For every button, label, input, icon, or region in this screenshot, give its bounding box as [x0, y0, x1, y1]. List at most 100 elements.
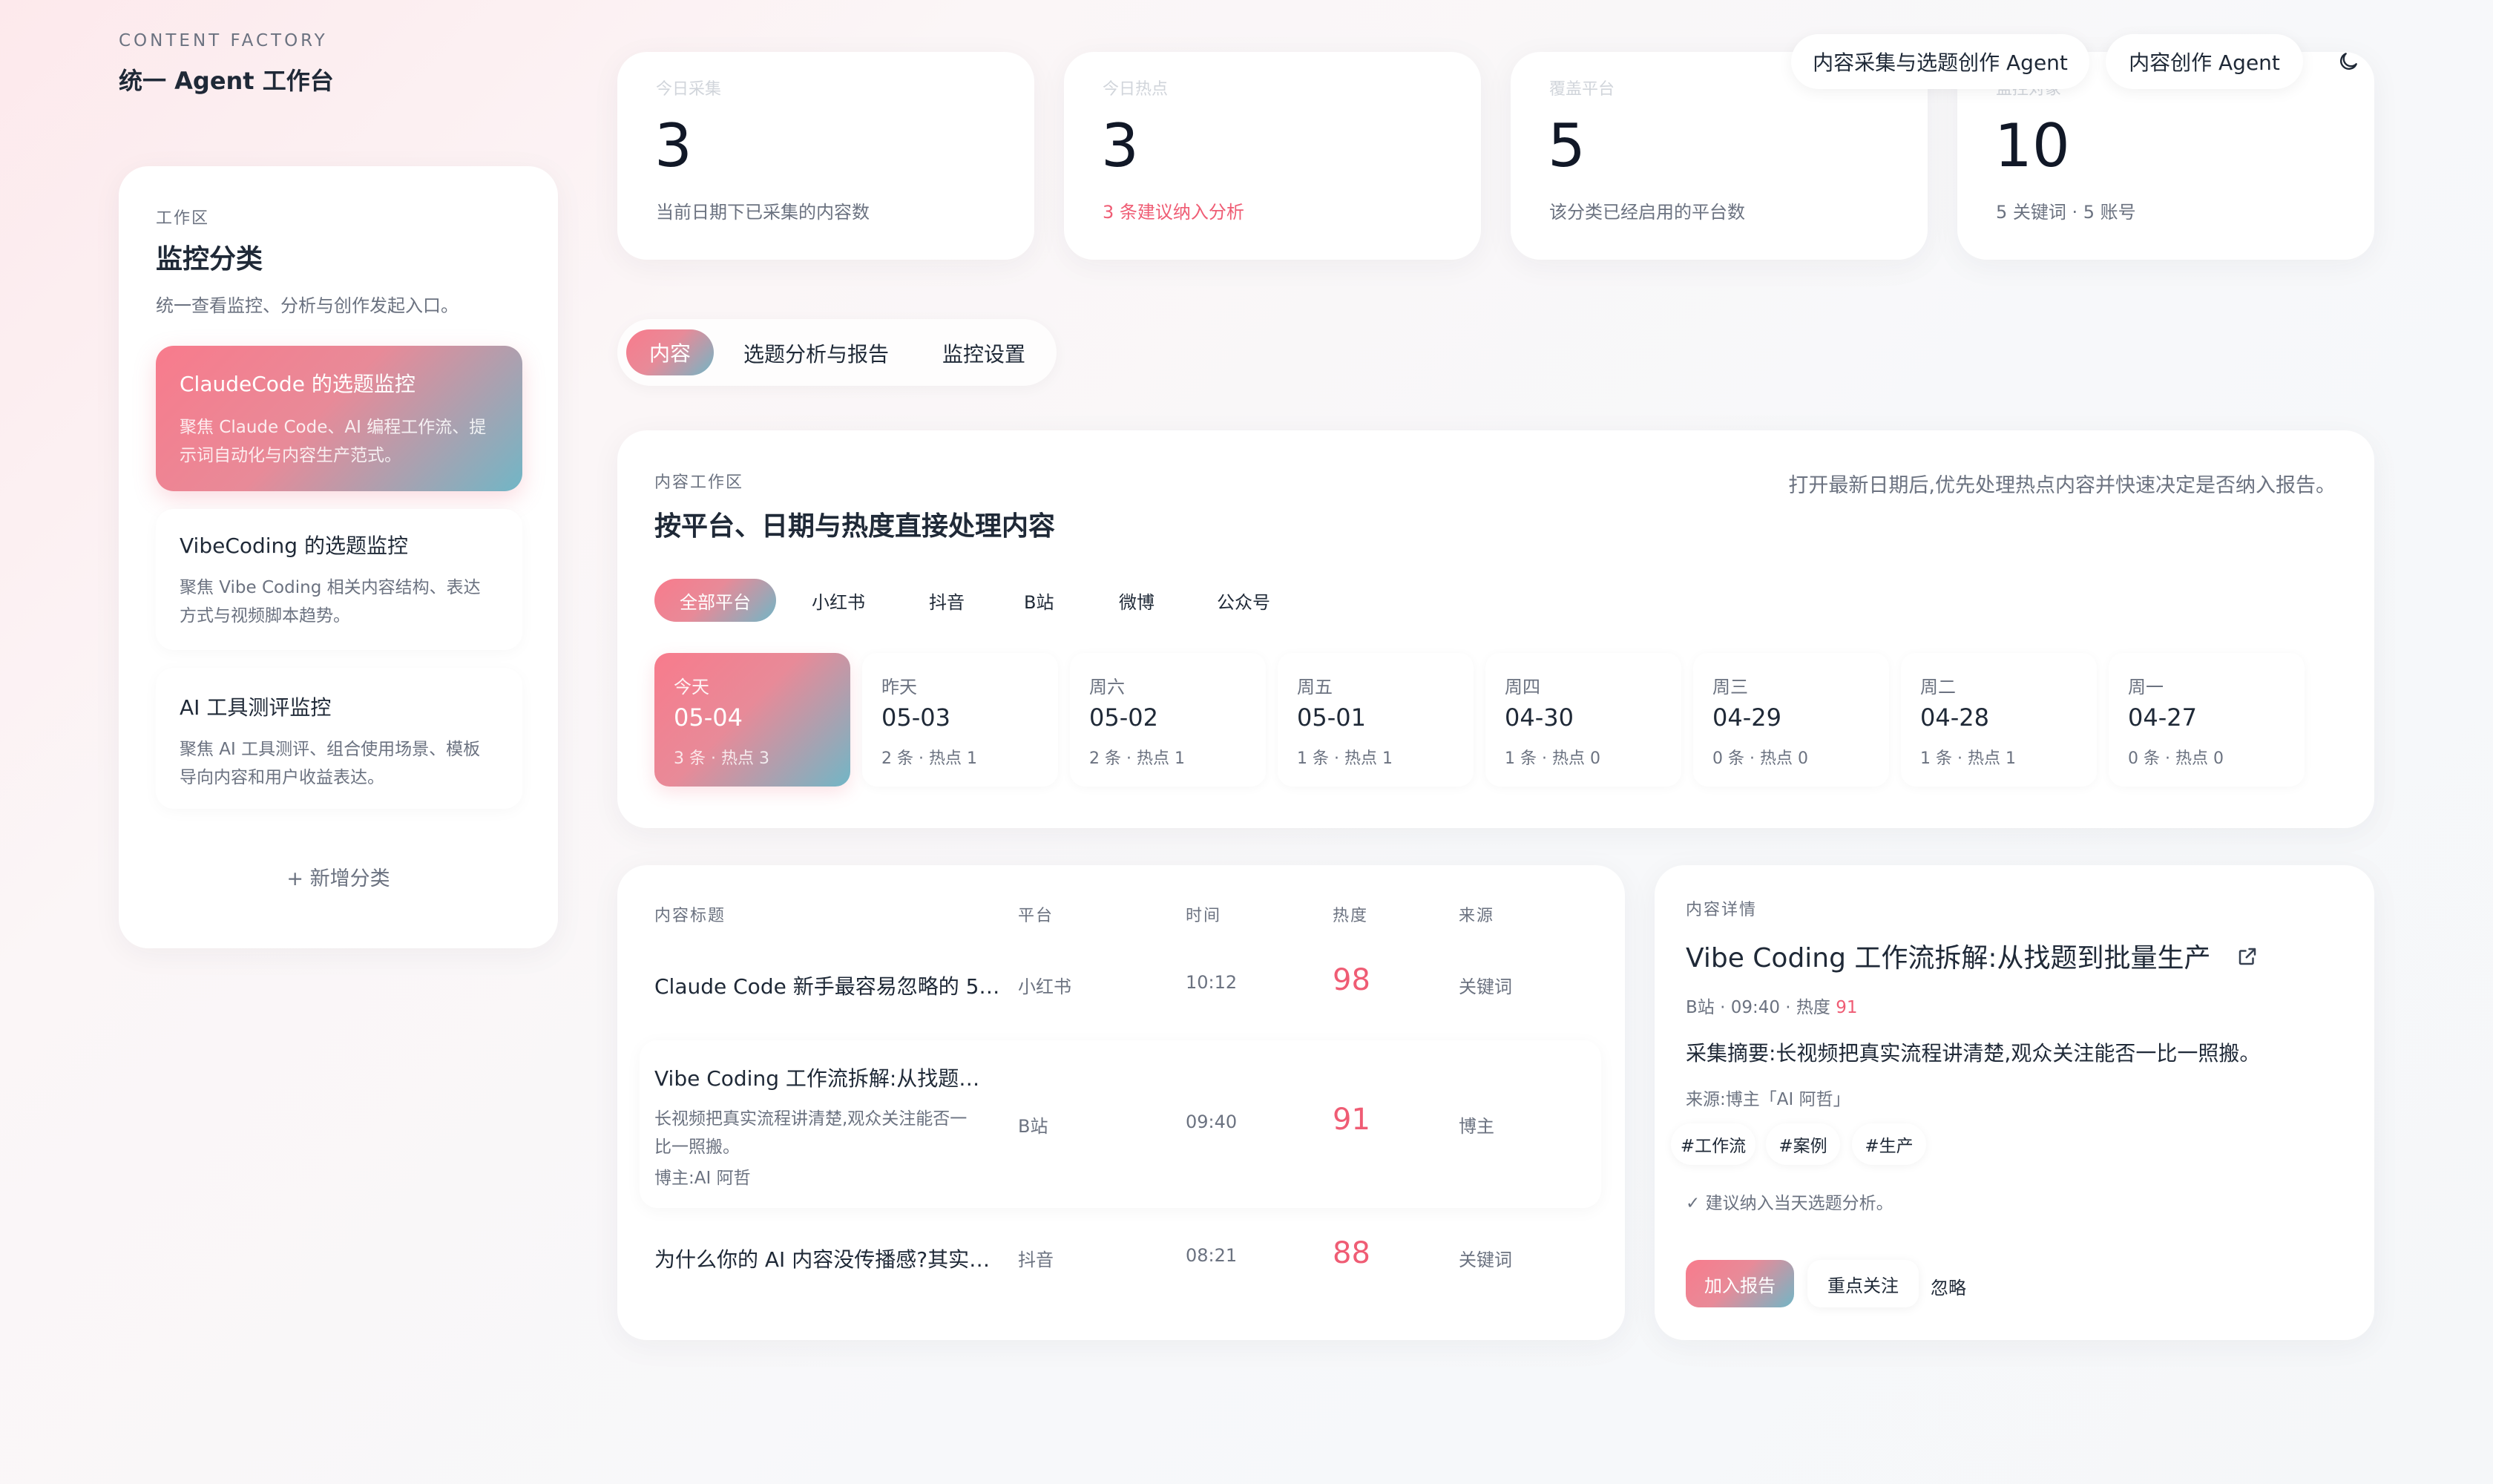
date-card[interactable]: 周一 04-27 0 条 · 热点 0 — [2109, 653, 2305, 787]
focus-button[interactable]: 重点关注 — [1807, 1260, 1919, 1307]
table-row-selected[interactable]: Vibe Coding 工作流拆解:从找题… 长视频把真实流程讲清楚,观众关注能… — [640, 1040, 1601, 1208]
row-desc: 长视频把真实流程讲清楚,观众关注能否一 — [654, 1109, 968, 1129]
date-meta: 1 条 · 热点 1 — [1297, 749, 1393, 768]
ignore-button[interactable]: 忽略 — [1931, 1273, 1966, 1299]
stat-note: 该分类已经启用的平台数 — [1549, 202, 1745, 223]
tab-content[interactable]: 内容 — [626, 329, 714, 375]
row-time: 08:21 — [1186, 1245, 1238, 1266]
date-value: 04-30 — [1505, 703, 1574, 732]
platform-filter-weibo[interactable]: 微博 — [1119, 588, 1154, 614]
date-card[interactable]: 周五 05-01 1 条 · 热点 1 — [1278, 653, 1474, 787]
date-day: 今天 — [674, 677, 709, 697]
date-meta: 3 条 · 热点 3 — [674, 749, 769, 768]
tab-settings[interactable]: 监控设置 — [942, 338, 1025, 368]
row-time: 09:40 — [1186, 1112, 1238, 1132]
date-day: 昨天 — [881, 677, 917, 697]
detail-meta: B站 · 09:40 · 热度 91 — [1686, 993, 1858, 1018]
detail-title: Vibe Coding 工作流拆解:从找题到批量生产 — [1686, 943, 2211, 974]
theme-toggle-button[interactable] — [2331, 45, 2365, 79]
platform-filter-bilibili[interactable]: B站 — [1024, 588, 1054, 614]
date-value: 04-27 — [2128, 703, 2197, 732]
sidebar-item-ai-tools[interactable]: AI 工具测评监控 聚焦 AI 工具测评、组合使用场景、模板 导向内容和用户收益… — [156, 668, 522, 809]
platform-filter-wechat[interactable]: 公众号 — [1217, 588, 1270, 614]
col-header-heat: 热度 — [1333, 907, 1369, 925]
row-source: 博主 — [1459, 1116, 1494, 1137]
sidebar-item-desc: 方式与视频脚本趋势。 — [180, 606, 350, 626]
date-card[interactable]: 周二 04-28 1 条 · 热点 1 — [1901, 653, 2097, 787]
table-row[interactable]: Claude Code 新手最容易忽略的 5… 小红书 10:12 98 关键词 — [640, 939, 1601, 1036]
workspace-title: 按平台、日期与热度直接处理内容 — [654, 511, 1056, 542]
date-day: 周六 — [1089, 677, 1125, 697]
date-value: 05-02 — [1089, 703, 1158, 732]
date-day: 周五 — [1297, 677, 1333, 697]
brand-subtitle: CONTENT FACTORY — [119, 31, 328, 50]
sidebar-item-desc: 聚焦 Vibe Coding 相关内容结构、表达 — [180, 578, 481, 597]
workspace-hint: 打开最新日期后,优先处理热点内容并快速决定是否纳入报告。 — [1788, 474, 2336, 497]
sidebar-item-claudecode[interactable]: ClaudeCode 的选题监控 聚焦 Claude Code、AI 编程工作流… — [156, 346, 522, 491]
platform-filter-label: 全部平台 — [680, 591, 751, 613]
date-value: 04-28 — [1920, 703, 1989, 732]
platform-filter-all[interactable]: 全部平台 — [654, 579, 776, 622]
row-title: 为什么你的 AI 内容没传播感?其实… — [654, 1247, 991, 1272]
table-row[interactable]: 为什么你的 AI 内容没传播感?其实… 抖音 08:21 88 关键词 — [640, 1211, 1601, 1307]
sidebar-section-label: 工作区 — [156, 209, 210, 228]
sidebar-title: 监控分类 — [156, 244, 263, 275]
tab-analysis[interactable]: 选题分析与报告 — [743, 338, 889, 368]
platform-filter-douyin[interactable]: 抖音 — [929, 588, 965, 614]
sidebar-item-title: ClaudeCode 的选题监控 — [180, 372, 416, 396]
content-detail: 内容详情 Vibe Coding 工作流拆解:从找题到批量生产 B站 · 09:… — [1655, 865, 2374, 1340]
detail-suggestion: ✓ 建议纳入当天选题分析。 — [1686, 1194, 1893, 1213]
date-meta: 0 条 · 热点 0 — [2128, 749, 2224, 768]
sidebar-item-desc: 聚焦 Claude Code、AI 编程工作流、提 — [180, 418, 487, 437]
row-time: 10:12 — [1186, 972, 1238, 993]
col-header-time: 时间 — [1186, 907, 1222, 925]
tag[interactable]: #工作流 — [1671, 1123, 1755, 1165]
sidebar: 工作区 监控分类 统一查看监控、分析与创作发起入口。 ClaudeCode 的选… — [119, 166, 558, 948]
add-category-button[interactable]: + 新增分类 — [119, 862, 558, 891]
date-card[interactable]: 昨天 05-03 2 条 · 热点 1 — [862, 653, 1058, 787]
stat-value: 10 — [1994, 111, 2070, 180]
date-meta: 1 条 · 热点 1 — [1920, 749, 2016, 768]
action-label: 加入报告 — [1704, 1275, 1776, 1296]
row-title: Claude Code 新手最容易忽略的 5… — [654, 974, 1000, 999]
stat-value: 3 — [654, 111, 692, 180]
date-value: 04-29 — [1712, 703, 1781, 732]
date-card[interactable]: 周四 04-30 1 条 · 热点 0 — [1485, 653, 1681, 787]
tag[interactable]: #案例 — [1766, 1123, 1840, 1165]
platform-filter-xiaohongshu[interactable]: 小红书 — [812, 588, 865, 614]
row-source: 关键词 — [1459, 1250, 1512, 1270]
detail-summary: 采集摘要:长视频把真实流程讲清楚,观众关注能否一比一照搬。 — [1686, 1041, 2261, 1066]
sidebar-item-desc: 示词自动化与内容生产范式。 — [180, 446, 401, 465]
sidebar-desc: 统一查看监控、分析与创作发起入口。 — [156, 295, 459, 316]
stat-label: 今日采集 — [656, 80, 722, 99]
row-heat: 88 — [1333, 1236, 1370, 1270]
detail-meta-prefix: B站 · 09:40 · 热度 — [1686, 998, 1836, 1017]
date-card[interactable]: 周六 05-02 2 条 · 热点 1 — [1070, 653, 1266, 787]
date-day: 周二 — [1920, 677, 1956, 697]
agent-collect-button[interactable]: 内容采集与选题创作 Agent — [1791, 34, 2089, 89]
date-day: 周四 — [1505, 677, 1540, 697]
stat-label: 覆盖平台 — [1549, 80, 1615, 99]
date-card-today[interactable]: 今天 05-04 3 条 · 热点 3 — [654, 653, 850, 787]
row-platform: 小红书 — [1018, 976, 1071, 997]
external-link-icon[interactable] — [2236, 945, 2259, 968]
stat-label: 今日热点 — [1103, 80, 1169, 99]
stat-value: 5 — [1548, 111, 1586, 180]
row-author: 博主:AI 阿哲 — [654, 1169, 751, 1188]
moon-icon — [2340, 53, 2357, 70]
sidebar-item-desc: 导向内容和用户收益表达。 — [180, 768, 384, 787]
stat-note: 当前日期下已采集的内容数 — [656, 202, 870, 223]
date-meta: 0 条 · 热点 0 — [1712, 749, 1808, 768]
sidebar-item-desc: 聚焦 AI 工具测评、组合使用场景、模板 — [180, 740, 481, 759]
sidebar-item-title: AI 工具测评监控 — [180, 695, 332, 720]
row-heat: 91 — [1333, 1103, 1370, 1137]
date-card[interactable]: 周三 04-29 0 条 · 热点 0 — [1693, 653, 1889, 787]
add-to-report-button[interactable]: 加入报告 — [1686, 1260, 1794, 1307]
content-table: 内容标题 平台 时间 热度 来源 Claude Code 新手最容易忽略的 5…… — [617, 865, 1625, 1340]
tag-label: #案例 — [1778, 1137, 1827, 1156]
tag[interactable]: #生产 — [1852, 1123, 1926, 1165]
agent-create-button[interactable]: 内容创作 Agent — [2106, 34, 2303, 89]
detail-section-label: 内容详情 — [1686, 901, 1758, 919]
tag-label: #生产 — [1865, 1137, 1914, 1156]
sidebar-item-vibecoding[interactable]: VibeCoding 的选题监控 聚焦 Vibe Coding 相关内容结构、表… — [156, 509, 522, 650]
